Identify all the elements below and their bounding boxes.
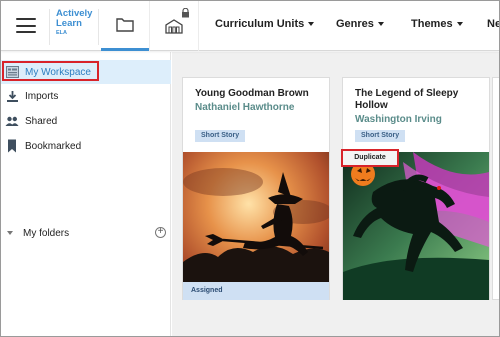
menu-genres-label: Genres: [336, 18, 374, 30]
menu-curriculum-units-label: Curriculum Units: [215, 18, 305, 30]
download-icon: [5, 89, 19, 103]
main-content: Young Goodman Brown Nathaniel Hawthorne …: [172, 52, 499, 336]
card-cover-image: [183, 152, 329, 300]
sidebar-item-bookmarked[interactable]: Bookmarked: [1, 134, 171, 158]
hamburger-menu-icon[interactable]: [16, 18, 36, 33]
menu-themes[interactable]: Themes: [411, 18, 463, 30]
menu-curriculum-units[interactable]: Curriculum Units: [215, 18, 315, 30]
people-icon: [5, 114, 19, 128]
sidebar-item-shared[interactable]: Shared: [1, 109, 171, 133]
nav-folder-tab[interactable]: [101, 1, 149, 51]
caret-down-icon: [308, 22, 315, 27]
assigned-status-bar: Assigned: [183, 282, 329, 300]
caret-down-icon: [456, 22, 463, 27]
chevron-down-icon[interactable]: [7, 231, 13, 235]
card-author: Nathaniel Hawthorne: [195, 102, 295, 113]
workspace-icon: [5, 65, 19, 79]
my-folders-label: My folders: [23, 227, 70, 239]
menu-genres[interactable]: Genres: [336, 18, 384, 30]
sidebar-item-label: Shared: [25, 115, 58, 127]
story-card-partial[interactable]: [492, 77, 499, 300]
menu-next-label: Ne: [487, 18, 500, 30]
nav-school-tab[interactable]: [149, 1, 199, 51]
school-icon: [165, 19, 183, 34]
add-folder-icon[interactable]: +: [155, 227, 166, 238]
top-bar: Actively Learn ELA Curriculum Units Genr…: [1, 1, 499, 51]
card-cover-image: [343, 152, 489, 300]
menu-themes-label: Themes: [411, 18, 453, 30]
sidebar-item-my-workspace[interactable]: My Workspace: [1, 60, 171, 84]
duplicate-button[interactable]: Duplicate: [341, 149, 399, 167]
sidebar: My Workspace Imports Shared Bookmarked M…: [1, 52, 171, 336]
folder-icon: [116, 18, 134, 32]
caret-down-icon: [377, 22, 384, 27]
app-window: Actively Learn ELA Curriculum Units Genr…: [0, 0, 500, 337]
logo-text-line2: Learn: [56, 18, 82, 29]
sidebar-item-imports[interactable]: Imports: [1, 84, 171, 108]
sidebar-item-label: Imports: [25, 90, 59, 102]
actively-learn-logo[interactable]: Actively Learn ELA: [49, 9, 99, 45]
sidebar-item-label: Bookmarked: [25, 140, 82, 152]
my-folders-section: My folders +: [1, 224, 171, 242]
story-card-legend-of-sleepy-hollow[interactable]: The Legend of Sleepy Hollow Washington I…: [342, 77, 490, 300]
sidebar-item-label: My Workspace: [25, 66, 91, 78]
menu-next[interactable]: Ne: [487, 18, 500, 30]
lock-icon: [182, 8, 189, 18]
logo-text-line3: ELA: [56, 30, 67, 36]
card-title: The Legend of Sleepy Hollow: [355, 88, 459, 111]
story-card-young-goodman-brown[interactable]: Young Goodman Brown Nathaniel Hawthorne …: [182, 77, 330, 300]
card-title: Young Goodman Brown: [195, 88, 309, 99]
bookmark-icon: [5, 139, 19, 153]
card-author: Washington Irving: [355, 114, 442, 125]
genre-badge: Short Story: [195, 130, 246, 142]
genre-badge: Short Story: [355, 130, 406, 142]
